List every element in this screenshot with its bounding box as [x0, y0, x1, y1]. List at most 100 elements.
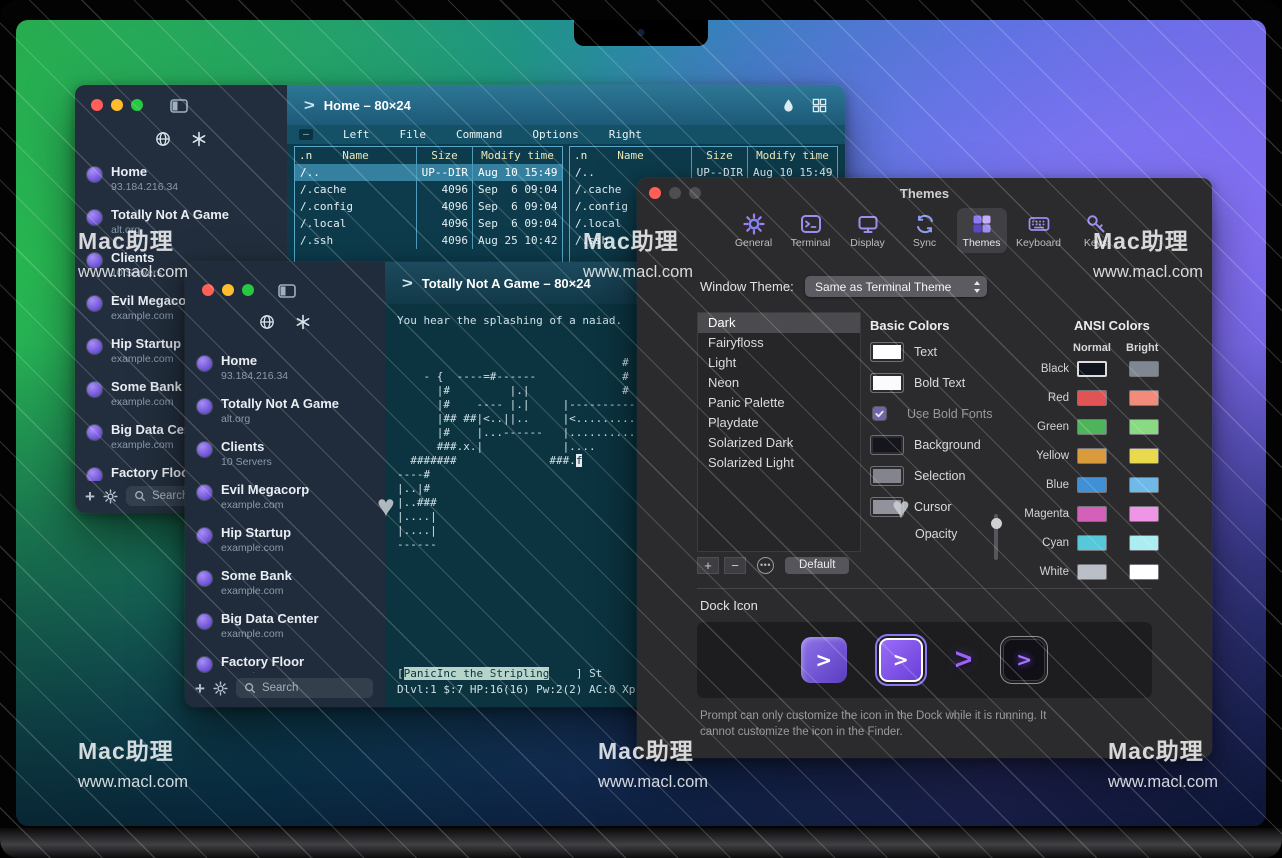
zoom-button[interactable] — [131, 99, 143, 111]
minimize-button[interactable] — [669, 187, 681, 199]
menu-collapse-icon[interactable]: – — [299, 129, 313, 140]
theme-item[interactable]: Solarized Light — [698, 453, 860, 473]
server-list-item[interactable]: Some Bankexample.com — [185, 563, 385, 606]
settings-gear-icon[interactable] — [213, 681, 228, 696]
ansi-black-normal-swatch[interactable] — [1077, 361, 1107, 377]
minimize-button[interactable] — [111, 99, 123, 111]
ink-drop-icon[interactable] — [781, 98, 796, 113]
file-row[interactable]: /.config4096Sep 6 09:04 — [295, 198, 562, 215]
menu-item-left[interactable]: Left — [343, 128, 370, 141]
tab-label: Themes — [963, 237, 1001, 249]
theme-actions-button[interactable]: ••• — [757, 557, 774, 574]
globe-icon[interactable] — [155, 131, 171, 147]
file-row[interactable]: /.ssh4096Aug 25 10:42 — [295, 232, 562, 249]
ansi-magenta-normal-swatch[interactable] — [1077, 506, 1107, 522]
server-list-item[interactable]: Totally Not A Gamealt.org — [185, 391, 385, 434]
server-list-item[interactable]: Clients10 Servers — [185, 434, 385, 477]
ansi-green-bright-swatch[interactable] — [1129, 419, 1159, 435]
theme-item[interactable]: Panic Palette — [698, 393, 860, 413]
ansi-black-bright-swatch[interactable] — [1129, 361, 1159, 377]
color-well-selection[interactable] — [870, 466, 904, 486]
tab-themes[interactable]: Themes — [957, 208, 1007, 253]
ansi-yellow-bright-swatch[interactable] — [1129, 448, 1159, 464]
tab-sync[interactable]: Sync — [900, 208, 950, 253]
theme-item[interactable]: Playdate — [698, 413, 860, 433]
menu-item-options[interactable]: Options — [532, 128, 578, 141]
color-well-cursor[interactable] — [870, 497, 904, 517]
tab-terminal[interactable]: Terminal — [786, 208, 836, 253]
add-server-button[interactable]: + — [195, 680, 205, 697]
use-bold-fonts-checkbox[interactable] — [872, 406, 887, 421]
dock-icon-option-2[interactable]: > — [875, 634, 927, 686]
column-header-name[interactable]: .nName — [570, 147, 691, 164]
sidebar-toggle-icon[interactable] — [170, 99, 188, 113]
menu-item-command[interactable]: Command — [456, 128, 502, 141]
color-well-bold-text[interactable] — [870, 373, 904, 393]
tab-keyboard[interactable]: Keyboard — [1014, 208, 1064, 253]
column-header-size[interactable]: Size — [691, 147, 747, 164]
dock-icon-option-4[interactable]: > — [1000, 636, 1048, 684]
server-list-item[interactable]: Factory Floorexample.com — [185, 649, 385, 673]
server-list-item[interactable]: Totally Not A Gamealt.org — [75, 202, 287, 245]
ansi-yellow-normal-swatch[interactable] — [1077, 448, 1107, 464]
server-detail: example.com — [111, 353, 181, 365]
minimize-button[interactable] — [222, 284, 234, 296]
tab-general[interactable]: General — [729, 208, 779, 253]
theme-item[interactable]: Solarized Dark — [698, 433, 860, 453]
add-theme-button[interactable]: + — [697, 557, 719, 574]
ansi-red-normal-swatch[interactable] — [1077, 390, 1107, 406]
default-theme-button[interactable]: Default — [785, 557, 849, 574]
titlebar[interactable]: > Home – 80×24 — [287, 85, 845, 125]
close-button[interactable] — [649, 187, 661, 199]
column-header-size[interactable]: Size — [416, 147, 472, 164]
column-header-time[interactable]: Modify time — [472, 147, 562, 164]
server-list-item[interactable]: Home93.184.216.34 — [75, 159, 287, 202]
sidebar-toggle-icon[interactable] — [278, 284, 296, 298]
new-connection-icon[interactable] — [295, 314, 311, 330]
settings-gear-icon[interactable] — [103, 489, 118, 504]
close-button[interactable] — [91, 99, 103, 111]
ansi-blue-normal-swatch[interactable] — [1077, 477, 1107, 493]
ansi-green-normal-swatch[interactable] — [1077, 419, 1107, 435]
tile-grid-icon[interactable] — [812, 98, 827, 113]
ansi-cyan-normal-swatch[interactable] — [1077, 535, 1107, 551]
file-row[interactable]: /.local4096Sep 6 09:04 — [295, 215, 562, 232]
globe-icon[interactable] — [259, 314, 275, 330]
opacity-slider[interactable] — [994, 514, 998, 560]
zoom-button[interactable] — [242, 284, 254, 296]
titlebar[interactable]: Themes — [637, 178, 1212, 208]
column-header-name[interactable]: .nName — [295, 147, 416, 164]
zoom-button[interactable] — [689, 187, 701, 199]
theme-item[interactable]: Light — [698, 353, 860, 373]
ansi-red-bright-swatch[interactable] — [1129, 390, 1159, 406]
theme-item[interactable]: Fairyfloss — [698, 333, 860, 353]
server-list-item[interactable]: Big Data Centerexample.com — [185, 606, 385, 649]
color-well-text[interactable] — [870, 342, 904, 362]
menu-item-right[interactable]: Right — [609, 128, 642, 141]
dock-icon-option-3[interactable]: > — [955, 643, 973, 677]
tab-keys[interactable]: Keys — [1071, 208, 1121, 253]
new-connection-icon[interactable] — [191, 131, 207, 147]
window-theme-popup[interactable]: Same as Terminal Theme — [805, 276, 987, 297]
theme-item[interactable]: Dark — [698, 313, 860, 333]
dock-icon-option-1[interactable]: > — [801, 637, 847, 683]
search-input[interactable]: Search — [236, 678, 373, 698]
ansi-white-bright-swatch[interactable] — [1129, 564, 1159, 580]
server-list-item[interactable]: Evil Megacorpexample.com — [185, 477, 385, 520]
color-well-background[interactable] — [870, 435, 904, 455]
ansi-white-normal-swatch[interactable] — [1077, 564, 1107, 580]
tab-display[interactable]: Display — [843, 208, 893, 253]
server-list-item[interactable]: Home93.184.216.34 — [185, 348, 385, 391]
close-button[interactable] — [202, 284, 214, 296]
remove-theme-button[interactable]: − — [724, 557, 746, 574]
ansi-cyan-bright-swatch[interactable] — [1129, 535, 1159, 551]
file-row[interactable]: /..UP--DIRAug 10 15:49 — [295, 164, 562, 181]
theme-item[interactable]: Neon — [698, 373, 860, 393]
ansi-magenta-bright-swatch[interactable] — [1129, 506, 1159, 522]
ansi-blue-bright-swatch[interactable] — [1129, 477, 1159, 493]
column-header-time[interactable]: Modify time — [747, 147, 837, 164]
file-row[interactable]: /.cache4096Sep 6 09:04 — [295, 181, 562, 198]
menu-item-file[interactable]: File — [400, 128, 427, 141]
add-server-button[interactable]: + — [85, 488, 95, 505]
server-list-item[interactable]: Hip Startupexample.com — [185, 520, 385, 563]
